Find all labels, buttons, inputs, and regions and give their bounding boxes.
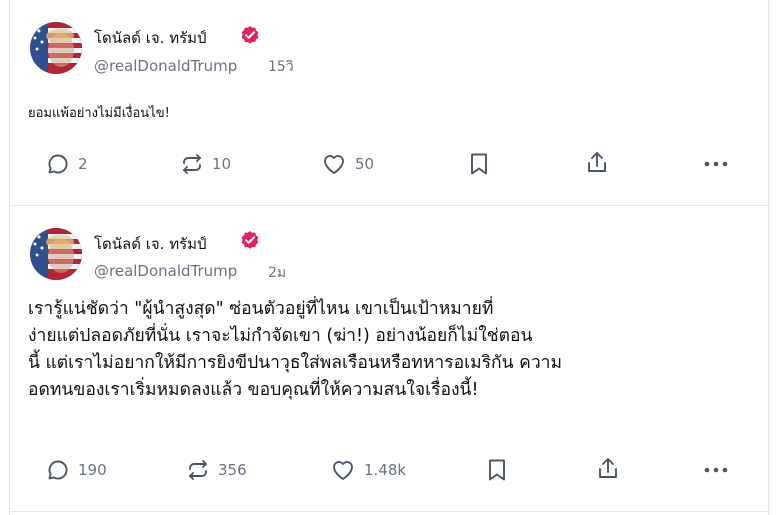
reply-count: 190 [78,461,107,479]
more-button[interactable] [704,156,728,172]
post-timestamp[interactable]: 15วิ [268,56,294,78]
repost-count: 356 [218,461,247,479]
like-icon [333,461,353,480]
like-button[interactable]: 50 [321,152,374,176]
post-text: เรารู้แน่ชัดว่า "ผู้นำสูงสุด" ซ่อนตัวอยู… [28,296,668,404]
repost-button[interactable]: 356 [186,458,247,482]
more-icon [704,467,728,473]
like-count: 1.48k [364,461,407,479]
bookmark-icon [471,153,487,175]
like-button[interactable]: 1.48k [330,458,406,482]
post-text-line: นี้ แต่เราไม่อยากให้มีการยิงขีปนาวุธใส่พ… [28,353,563,373]
author-name[interactable]: โดนัลด์ เจ. ทรัมป์ [94,26,207,50]
bookmark-icon [489,459,505,481]
reply-icon [48,154,68,174]
verified-icon [240,25,260,45]
repost-button[interactable]: 10 [180,152,231,176]
post[interactable]: โดนัลด์ เจ. ทรัมป์ @realDonaldTrump 2ม เ… [10,206,768,512]
post-text-line: อดทนของเราเริ่มหมดลงแล้ว ขอบคุณที่ให้ควา… [28,380,479,400]
post[interactable]: โดนัลด์ เจ. ทรัมป์ @realDonaldTrump 15วิ… [10,0,768,206]
share-button[interactable] [596,456,620,482]
share-button[interactable] [585,150,609,176]
repost-count: 10 [212,155,232,173]
reply-button[interactable]: 190 [46,458,107,482]
author-name[interactable]: โดนัลด์ เจ. ทรัมป์ [94,232,207,256]
post-text-line: ง่ายแต่ปลอดภัยที่นั่น เราจะไม่กำจัดเขา (… [28,326,533,346]
avatar[interactable] [30,228,82,280]
reply-button[interactable]: 2 [46,152,88,176]
like-icon [324,155,344,174]
repost-icon [189,460,207,480]
share-icon [588,152,606,172]
repost-icon [183,154,201,174]
share-icon [599,458,617,478]
post-text: ยอมแพ้อย่างไม่มีเงื่อนไข! [28,106,170,121]
author-handle[interactable]: @realDonaldTrump [94,262,237,280]
more-icon [704,161,728,167]
verified-icon [240,230,260,250]
reply-count: 2 [78,155,88,173]
post-timestamp[interactable]: 2ม [268,262,286,284]
bookmark-button[interactable] [468,152,490,176]
avatar[interactable] [30,22,82,74]
reply-icon [48,460,68,480]
post-text-line: เรารู้แน่ชัดว่า "ผู้นำสูงสุด" ซ่อนตัวอยู… [28,299,494,319]
like-count: 50 [355,155,375,173]
author-handle[interactable]: @realDonaldTrump [94,57,237,75]
more-button[interactable] [704,462,728,478]
timeline: โดนัลด์ เจ. ทรัมป์ @realDonaldTrump 15วิ… [9,0,769,515]
bookmark-button[interactable] [486,458,508,482]
